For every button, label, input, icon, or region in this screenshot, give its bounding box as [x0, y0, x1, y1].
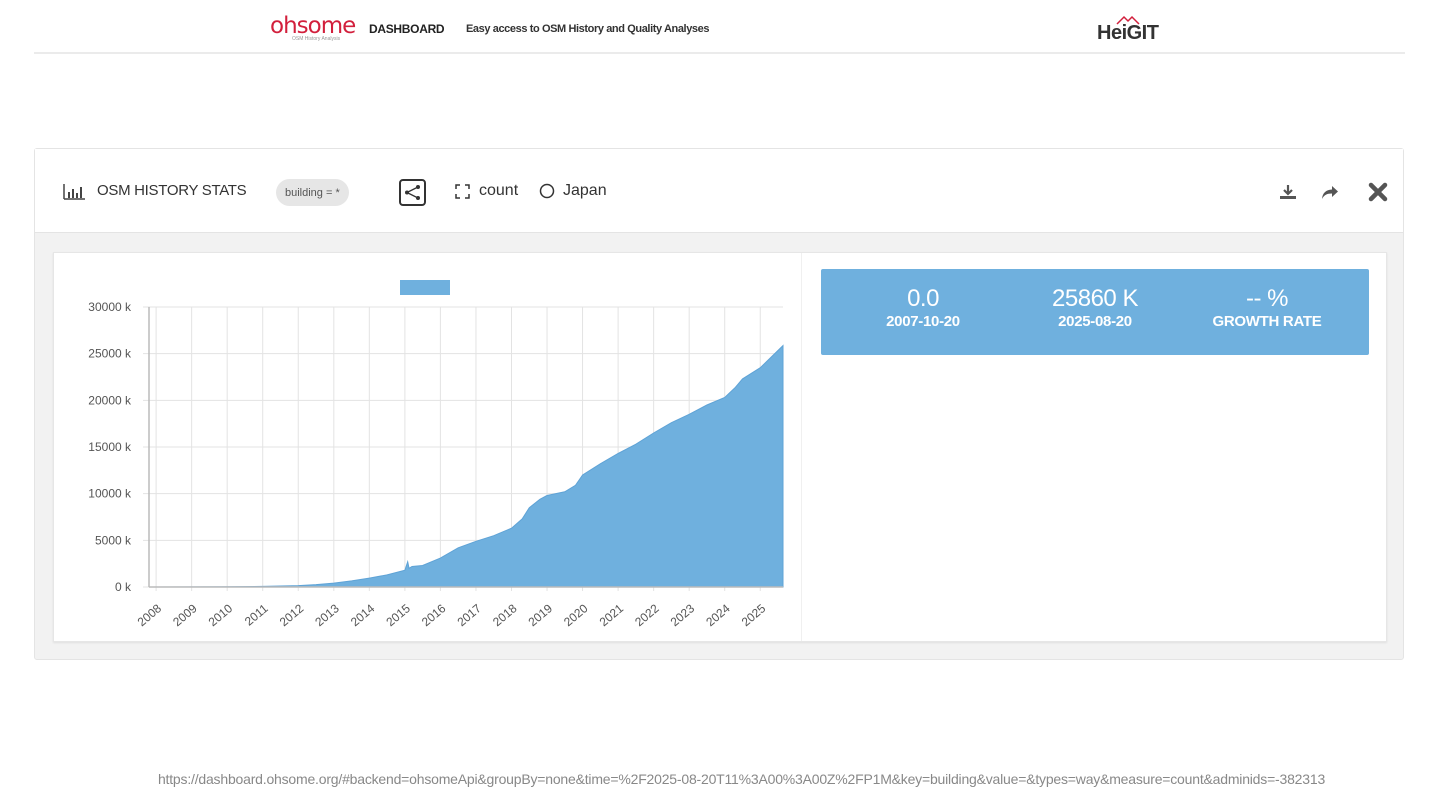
stats-summary: 0.0 2007-10-20 25860 K 2025-08-20 -- % G… — [821, 269, 1369, 355]
y-tick-label: 20000 k — [88, 393, 132, 407]
widget-title: OSM HISTORY STATS — [97, 182, 247, 199]
x-tick-label: 2009 — [170, 601, 200, 629]
circle-icon — [539, 183, 555, 199]
y-tick-label: 10000 k — [88, 487, 132, 501]
logo-suffix: DASHBOARD — [369, 22, 445, 36]
x-tick-label: 2015 — [383, 601, 413, 629]
legend-swatch — [400, 280, 450, 295]
x-tick-label: 2023 — [668, 601, 698, 629]
x-tick-label: 2022 — [632, 601, 662, 629]
start-stat: 0.0 2007-10-20 — [833, 285, 1013, 331]
x-tick-label: 2013 — [312, 601, 342, 629]
y-tick-label: 30000 k — [88, 300, 132, 314]
x-tick-label: 2008 — [135, 601, 165, 629]
y-tick-label: 0 k — [115, 580, 132, 594]
x-tick-label: 2020 — [561, 601, 591, 629]
region-selector[interactable]: Japan — [539, 182, 607, 200]
download-icon — [1280, 185, 1296, 199]
widget-body: 0 k 5000 k 10000 k 15000 k 20000 k 25000 k 300… — [53, 252, 1387, 642]
url-text[interactable]: https://dashboard.ohsome.org/#backend=oh… — [0, 771, 1440, 787]
x-tick-label: 2021 — [597, 601, 627, 629]
x-tick-label: 2019 — [526, 601, 556, 629]
x-tick-label: 2012 — [277, 601, 307, 629]
x-tick-label: 2024 — [703, 601, 733, 629]
widget-header: OSM HISTORY STATS building = * count Jap… — [35, 149, 1403, 233]
close-button[interactable] — [1365, 179, 1391, 205]
x-tick-label: 2017 — [455, 601, 485, 629]
expand-icon — [455, 183, 470, 199]
end-stat: 25860 K 2025-08-20 — [1005, 285, 1185, 331]
end-value: 25860 K — [1052, 285, 1138, 312]
tagline: Easy access to OSM History and Quality A… — [466, 23, 710, 35]
start-value: 0.0 — [907, 285, 939, 312]
close-icon — [1368, 182, 1388, 202]
area-series — [148, 344, 784, 588]
network-icon — [405, 185, 420, 200]
ohsome-logo[interactable]: ohsome OSM History Analysis — [270, 13, 356, 42]
network-share-button[interactable] — [399, 179, 426, 206]
x-tick-label: 2011 — [242, 601, 271, 629]
x-tick-label: 2018 — [490, 601, 520, 629]
download-button[interactable] — [1275, 179, 1301, 205]
x-tick-label: 2014 — [348, 601, 378, 629]
logo-text: ohsome — [270, 13, 356, 39]
y-tick-label: 25000 k — [88, 347, 132, 361]
filter-tag[interactable]: building = * — [276, 179, 349, 206]
growth-value: -- % — [1246, 285, 1289, 312]
y-tick-label: 5000 k — [95, 533, 132, 547]
x-tick-label: 2010 — [206, 601, 236, 629]
measure-selector[interactable]: count — [455, 182, 518, 200]
bar-chart-icon — [63, 184, 85, 200]
app-header: ohsome OSM History Analysis DASHBOARD Ea… — [34, 0, 1405, 54]
end-date: 2025-08-20 — [1058, 313, 1132, 330]
area-chart: 0 k 5000 k 10000 k 15000 k 20000 k 25000 k 300… — [88, 280, 784, 629]
heigit-logo[interactable]: HeiGIT — [1097, 22, 1159, 45]
x-tick-label: 2016 — [419, 601, 449, 629]
growth-stat: -- % GROWTH RATE — [1177, 285, 1357, 331]
logo-subtitle: OSM History Analysis — [292, 36, 341, 42]
region-label: Japan — [563, 182, 607, 199]
y-tick-label: 15000 k — [88, 440, 132, 454]
growth-label: GROWTH RATE — [1212, 313, 1322, 330]
x-tick-label: 2025 — [739, 601, 769, 629]
start-date: 2007-10-20 — [886, 313, 960, 330]
history-stats-widget: OSM HISTORY STATS building = * count Jap… — [34, 148, 1404, 660]
measure-label: count — [479, 182, 519, 199]
share-button[interactable] — [1317, 179, 1343, 205]
history-chart: 0 k 5000 k 10000 k 15000 k 20000 k 25000 k 300… — [54, 253, 802, 641]
share-icon — [1322, 186, 1338, 199]
